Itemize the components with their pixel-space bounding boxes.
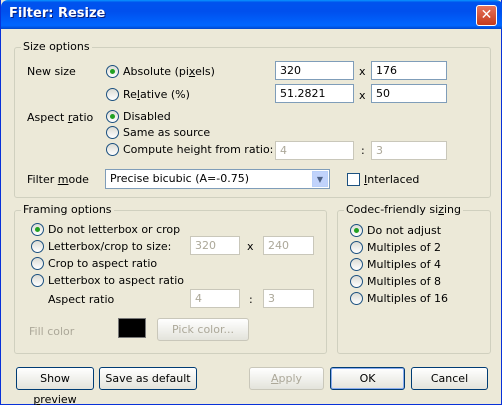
aspect-colon: :	[249, 293, 253, 306]
title-bar[interactable]: Filter: Resize ✕	[1, 0, 502, 29]
rel-x-label: x	[359, 89, 366, 102]
codec-option-radio-2[interactable]	[350, 258, 363, 271]
filter-mode-value: Precise bicubic (A=-0.75)	[110, 172, 250, 185]
codec-option-label[interactable]: Multiples of 2	[367, 241, 441, 254]
compute-height-label[interactable]: Compute height from ratio:	[123, 143, 273, 156]
relative-radio[interactable]	[106, 88, 119, 101]
aspect-ratio-label: Aspect ratio	[27, 111, 94, 124]
rel-height-input[interactable]: 50	[371, 84, 447, 103]
save-default-button[interactable]: Save as default	[99, 367, 197, 390]
rel-width-input[interactable]: 51.2821	[275, 84, 354, 103]
same-as-source-radio[interactable]	[106, 126, 119, 139]
interlaced-label[interactable]: Interlaced	[364, 173, 419, 186]
no-letterbox-label[interactable]: Do not letterbox or crop	[48, 223, 180, 236]
codec-option-radio-0[interactable]	[350, 224, 363, 237]
new-size-label: New size	[27, 65, 76, 78]
crop-aspect-label[interactable]: Crop to aspect ratio	[48, 257, 157, 270]
filter-mode-select[interactable]: Precise bicubic (A=-0.75) ▼	[105, 169, 330, 189]
interlaced-checkbox[interactable]	[347, 173, 360, 186]
aspect-disabled-radio[interactable]	[106, 110, 119, 123]
ok-button[interactable]: OK	[330, 367, 405, 390]
close-icon[interactable]: ✕	[476, 5, 497, 26]
box-x-label: x	[247, 240, 254, 253]
codec-sizing-title: Codec-friendly sizing	[344, 203, 463, 216]
same-as-source-label[interactable]: Same as source	[123, 126, 210, 139]
absolute-label[interactable]: Absolute (pixels)	[123, 65, 215, 78]
ratio-colon: :	[361, 144, 365, 157]
no-letterbox-radio[interactable]	[31, 223, 44, 236]
box-width-input[interactable]: 320	[190, 236, 240, 255]
pick-color-button[interactable]: Pick color...	[157, 318, 249, 341]
abs-width-input[interactable]: 320	[275, 61, 354, 80]
abs-height-input[interactable]: 176	[371, 61, 447, 80]
cancel-button[interactable]: Cancel	[411, 367, 488, 390]
absolute-radio[interactable]	[106, 65, 119, 78]
codec-option-label[interactable]: Multiples of 16	[367, 292, 448, 305]
fill-color-swatch[interactable]	[118, 318, 146, 338]
show-preview-button[interactable]: Show preview	[16, 367, 94, 406]
compute-height-radio[interactable]	[106, 143, 119, 156]
aspect-a-input[interactable]: 4	[190, 289, 240, 308]
ratio-a-input[interactable]: 4	[275, 141, 354, 160]
letterbox-size-label[interactable]: Letterbox/crop to size:	[48, 240, 171, 253]
filter-mode-label: Filter mode	[27, 173, 89, 186]
abs-x-label: x	[359, 65, 366, 78]
codec-option-radio-4[interactable]	[350, 292, 363, 305]
letterbox-size-radio[interactable]	[31, 240, 44, 253]
size-options-title: Size options	[21, 40, 92, 53]
aspect-b-input[interactable]: 3	[263, 289, 314, 308]
resize-dialog: Filter: Resize ✕ Size options New size A…	[0, 0, 502, 406]
framing-options-title: Framing options	[21, 203, 114, 216]
crop-aspect-radio[interactable]	[31, 257, 44, 270]
framing-aspect-label: Aspect ratio	[48, 293, 115, 306]
codec-option-radio-3[interactable]	[350, 275, 363, 288]
codec-option-label[interactable]: Multiples of 8	[367, 275, 441, 288]
codec-option-label[interactable]: Do not adjust	[367, 224, 441, 237]
fill-color-label: Fill color	[29, 325, 75, 338]
chevron-down-icon[interactable]: ▼	[312, 171, 328, 187]
ratio-b-input[interactable]: 3	[371, 141, 447, 160]
box-height-input[interactable]: 240	[263, 236, 314, 255]
window-title: Filter: Resize	[9, 6, 106, 21]
relative-label[interactable]: Relative (%)	[123, 88, 190, 101]
letterbox-aspect-label[interactable]: Letterbox to aspect ratio	[48, 274, 184, 287]
aspect-disabled-label[interactable]: Disabled	[123, 110, 171, 123]
codec-option-radio-1[interactable]	[350, 241, 363, 254]
letterbox-aspect-radio[interactable]	[31, 274, 44, 287]
codec-option-label[interactable]: Multiples of 4	[367, 258, 441, 271]
apply-button[interactable]: Apply	[249, 367, 324, 390]
